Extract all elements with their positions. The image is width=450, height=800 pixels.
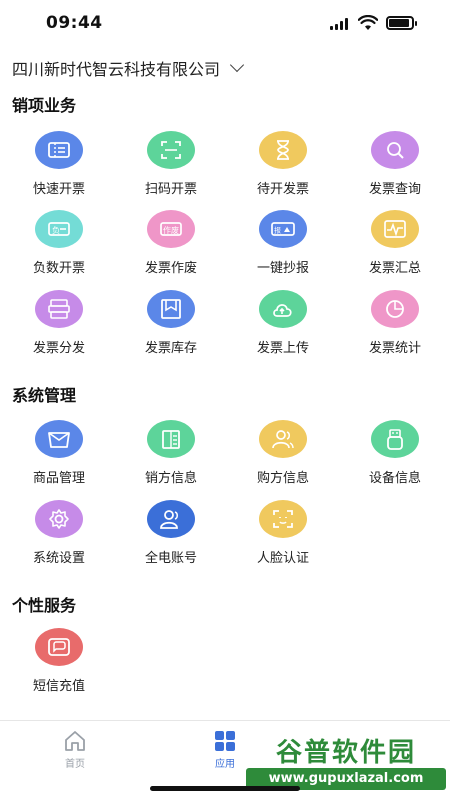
box-icon bbox=[35, 420, 83, 458]
app-item[interactable]: 发票上传 bbox=[227, 290, 339, 360]
usb-device-icon bbox=[371, 420, 419, 458]
app-item-label: 待开发票 bbox=[256, 182, 309, 197]
app-item[interactable]: 商品管理 bbox=[3, 420, 115, 490]
pie-chart-icon bbox=[371, 290, 419, 328]
svg-text:负: 负 bbox=[52, 225, 60, 235]
app-item-label: 购方信息 bbox=[256, 471, 309, 486]
battery-icon bbox=[386, 16, 417, 30]
app-item[interactable]: 全电账号 bbox=[115, 500, 227, 570]
company-name: 四川新时代智云科技有限公司 bbox=[12, 60, 221, 79]
void-ticket-icon: 作废 bbox=[147, 210, 195, 248]
app-item-label: 系统设置 bbox=[32, 551, 85, 566]
app-item[interactable]: 销方信息 bbox=[115, 420, 227, 490]
app-item[interactable]: 负负数开票 bbox=[3, 210, 115, 280]
company-selector[interactable]: 四川新时代智云科技有限公司 bbox=[12, 56, 245, 80]
wifi-icon bbox=[358, 15, 378, 30]
app-item[interactable]: 发票分发 bbox=[3, 290, 115, 360]
app-item[interactable]: 快速开票 bbox=[3, 131, 115, 201]
app-item-label: 扫码开票 bbox=[144, 182, 197, 197]
watermark: 谷普软件园 www.gupuxlazal.com bbox=[246, 728, 446, 794]
app-item-label: 发票汇总 bbox=[368, 261, 421, 276]
app-item[interactable]: 人脸认证 bbox=[227, 500, 339, 570]
chevron-down-icon bbox=[229, 57, 245, 73]
app-item[interactable]: 发票查询 bbox=[339, 131, 450, 201]
app-item-label: 快速开票 bbox=[32, 182, 85, 197]
gear-icon bbox=[35, 500, 83, 538]
app-item[interactable]: 发票统计 bbox=[339, 290, 450, 360]
app-item[interactable]: 待开发票 bbox=[227, 131, 339, 201]
report-icon: 报 bbox=[259, 210, 307, 248]
app-item[interactable]: 报一键抄报 bbox=[227, 210, 339, 280]
app-item-label: 发票统计 bbox=[368, 341, 421, 356]
message-icon bbox=[35, 628, 83, 666]
cellular-signal-icon bbox=[330, 18, 352, 30]
watermark-title: 谷普软件园 bbox=[275, 738, 416, 768]
app-item-label: 商品管理 bbox=[32, 471, 85, 486]
home-indicator bbox=[150, 786, 300, 791]
app-item[interactable]: 发票汇总 bbox=[339, 210, 450, 280]
status-time: 09:44 bbox=[46, 13, 103, 33]
app-item-label: 销方信息 bbox=[144, 471, 197, 486]
app-item[interactable]: 发票库存 bbox=[115, 290, 227, 360]
ticket-icon bbox=[35, 131, 83, 169]
negative-ticket-icon: 负 bbox=[35, 210, 83, 248]
app-item-label: 短信充值 bbox=[32, 679, 85, 694]
building-icon bbox=[147, 420, 195, 458]
summary-icon bbox=[371, 210, 419, 248]
app-item[interactable]: 扫码开票 bbox=[115, 131, 227, 201]
section-title-system: 系统管理 bbox=[12, 386, 77, 405]
app-item[interactable]: 购方信息 bbox=[227, 420, 339, 490]
svg-text:作废: 作废 bbox=[163, 225, 179, 235]
app-item-label: 发票库存 bbox=[144, 341, 197, 356]
app-item-label: 一键抄报 bbox=[256, 261, 309, 276]
inventory-icon bbox=[147, 290, 195, 328]
app-item[interactable]: 设备信息 bbox=[339, 420, 450, 490]
app-item-label: 全电账号 bbox=[144, 551, 197, 566]
tab-home-label: 首页 bbox=[65, 759, 85, 770]
cloud-upload-icon bbox=[259, 290, 307, 328]
app-item-label: 人脸认证 bbox=[256, 551, 309, 566]
status-bar: 09:44 bbox=[0, 0, 450, 48]
app-item[interactable]: 作废 发票作废 bbox=[115, 210, 227, 280]
app-item-label: 发票查询 bbox=[368, 182, 421, 197]
section-title-sales: 销项业务 bbox=[12, 96, 77, 115]
tab-home[interactable]: 首页 bbox=[45, 727, 105, 771]
app-item[interactable]: 短信充值 bbox=[3, 628, 115, 698]
app-item-label: 发票上传 bbox=[256, 341, 309, 356]
app-item-label: 发票分发 bbox=[32, 341, 85, 356]
app-item-label: 发票作废 bbox=[144, 261, 197, 276]
face-scan-icon bbox=[259, 500, 307, 538]
app-item-label: 设备信息 bbox=[368, 471, 421, 486]
hourglass-icon bbox=[259, 131, 307, 169]
account-icon bbox=[147, 500, 195, 538]
apps-icon bbox=[215, 731, 235, 751]
search-icon bbox=[371, 131, 419, 169]
app-item-label: 负数开票 bbox=[32, 261, 85, 276]
section-title-personal: 个性服务 bbox=[12, 596, 77, 615]
distribute-icon bbox=[35, 290, 83, 328]
users-icon bbox=[259, 420, 307, 458]
scan-icon bbox=[147, 131, 195, 169]
home-icon bbox=[65, 731, 85, 751]
svg-text:报: 报 bbox=[274, 226, 281, 235]
app-item[interactable]: 系统设置 bbox=[3, 500, 115, 570]
